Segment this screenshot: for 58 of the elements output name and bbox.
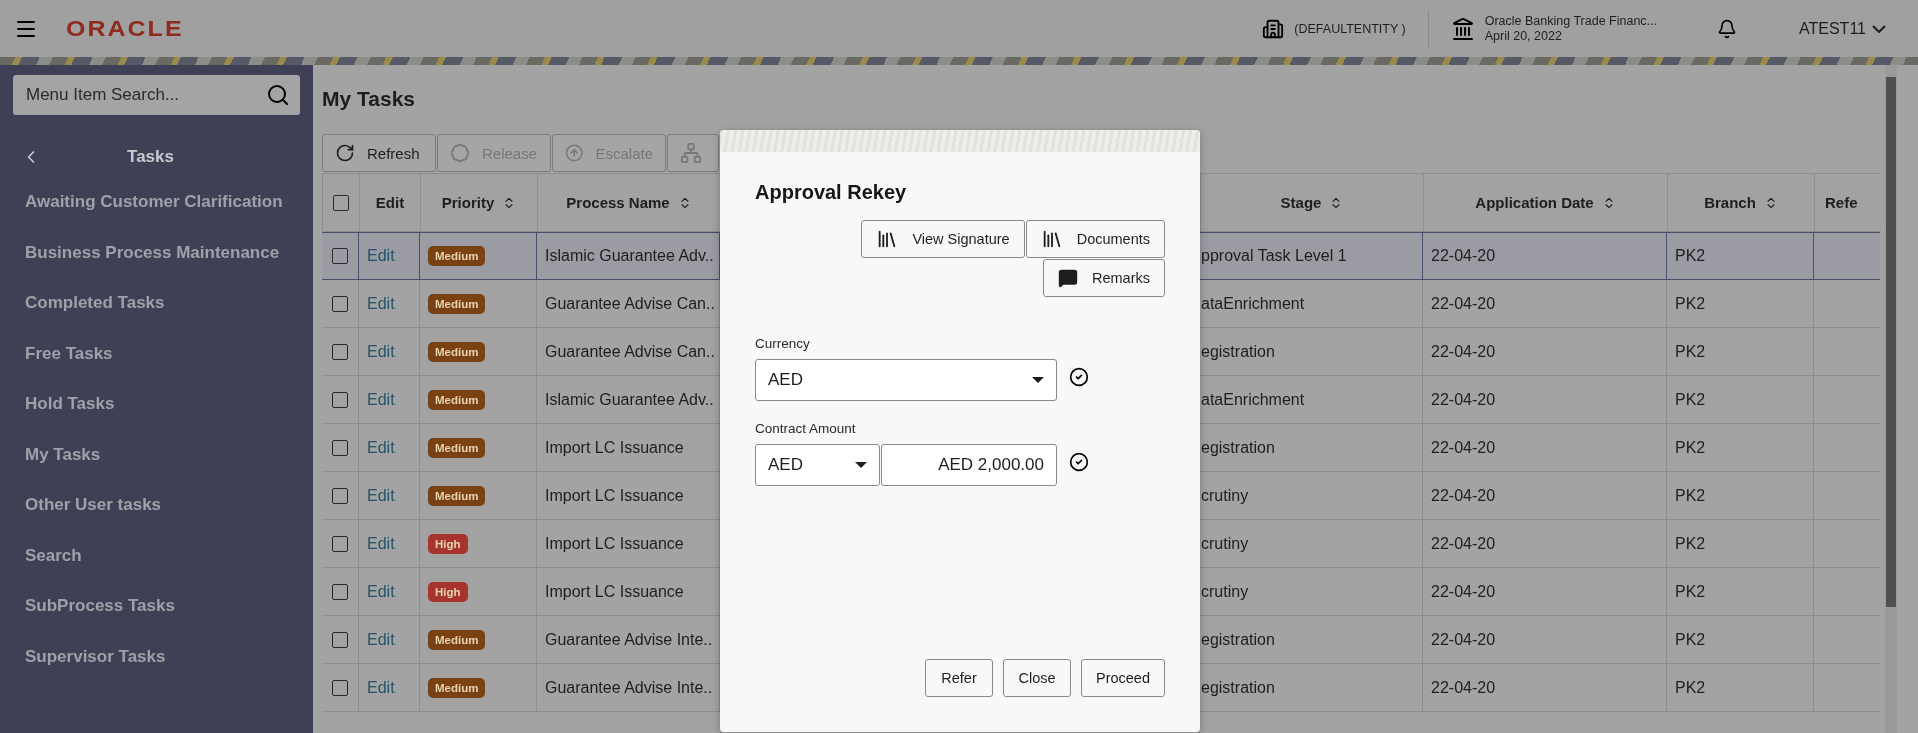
- table-cell: egistration: [1201, 678, 1275, 697]
- table-cell: 22-04-20: [1431, 294, 1496, 313]
- table-cell: 22-04-20: [1431, 486, 1496, 505]
- table-cell: egistration: [1201, 630, 1275, 649]
- priority-badge: Medium: [428, 485, 486, 506]
- page-title: My Tasks: [322, 86, 416, 112]
- table-cell: PK2: [1675, 390, 1706, 409]
- table-cell: pproval Task Level 1: [1201, 247, 1347, 265]
- table-cell: crutiny: [1201, 486, 1249, 505]
- priority-badge: High: [428, 533, 468, 554]
- field-label: Contract Amount: [755, 421, 857, 436]
- table-cell: Guarantee Advise Inte..: [545, 678, 713, 697]
- table-cell: PK2: [1675, 247, 1706, 265]
- table-cell: ataEnrichment: [1201, 294, 1305, 313]
- table-cell: 22-04-20: [1431, 342, 1496, 361]
- table-cell: 22-04-20: [1431, 438, 1496, 457]
- priority-badge: Medium: [428, 389, 486, 410]
- priority-badge: Medium: [428, 677, 486, 698]
- table-cell: PK2: [1675, 582, 1706, 601]
- table-cell: 22-04-20: [1431, 390, 1496, 409]
- priority-badge: Medium: [428, 341, 486, 362]
- table-cell: crutiny: [1201, 582, 1249, 601]
- table-cell: PK2: [1675, 630, 1706, 649]
- table-cell: Guarantee Advise Can..: [545, 342, 715, 361]
- table-cell: Guarantee Advise Inte..: [545, 630, 713, 649]
- table-cell: 22-04-20: [1431, 630, 1496, 649]
- branch-date: April 20, 2022: [1484, 28, 1563, 44]
- table-cell: 22-04-20: [1431, 247, 1496, 265]
- table-cell: Import LC Issuance: [545, 534, 684, 553]
- table-cell: PK2: [1675, 534, 1706, 553]
- priority-badge: Medium: [428, 629, 486, 650]
- dialog-title: Approval Rekey: [755, 181, 908, 204]
- table-cell: PK2: [1675, 678, 1706, 697]
- priority-badge: Medium: [428, 246, 486, 266]
- field-label: Currency: [755, 336, 811, 351]
- priority-badge: High: [428, 581, 468, 602]
- table-cell: crutiny: [1201, 534, 1249, 553]
- table-cell: PK2: [1675, 486, 1706, 505]
- table-cell: egistration: [1201, 342, 1275, 361]
- table-cell: Islamic Guarantee Adv..: [545, 247, 714, 265]
- sidebar-title: Tasks: [126, 147, 175, 167]
- app-name: Oracle Banking Trade Financ...: [1484, 13, 1657, 29]
- table-cell: Import LC Issuance: [545, 486, 684, 505]
- table-cell: PK2: [1675, 438, 1706, 457]
- table-cell: PK2: [1675, 294, 1706, 313]
- oracle-logo: ORACLE: [66, 16, 184, 41]
- table-cell: Import LC Issuance: [545, 582, 684, 601]
- table-cell: 22-04-20: [1431, 534, 1496, 553]
- table-cell: Import LC Issuance: [545, 438, 684, 457]
- table-cell: PK2: [1675, 342, 1706, 361]
- table-cell: 22-04-20: [1431, 582, 1496, 601]
- table-cell: 22-04-20: [1431, 678, 1496, 697]
- priority-badge: Medium: [428, 293, 486, 314]
- table-cell: ataEnrichment: [1201, 390, 1305, 409]
- priority-badge: Medium: [428, 437, 486, 458]
- table-cell: Guarantee Advise Can..: [545, 294, 715, 313]
- table-cell: Islamic Guarantee Adv..: [545, 390, 714, 409]
- table-cell: egistration: [1201, 438, 1275, 457]
